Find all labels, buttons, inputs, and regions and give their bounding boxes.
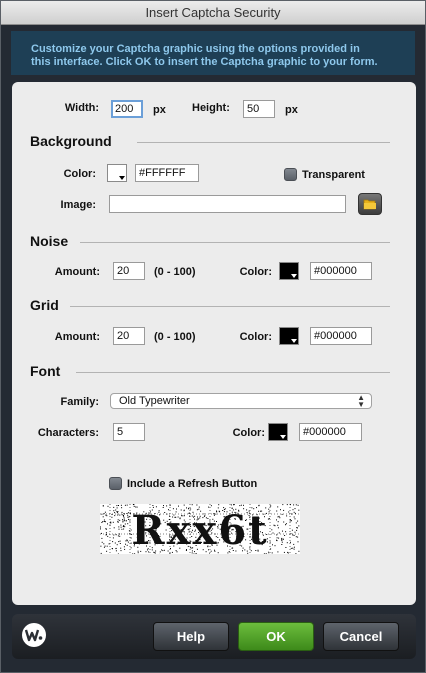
browse-image-button[interactable]	[358, 193, 382, 215]
width-label: Width:	[64, 102, 99, 114]
font-color-input[interactable]: #000000	[299, 423, 362, 441]
select-arrows-icon: ▲ ▼	[357, 393, 365, 409]
bg-color-label: Color:	[63, 168, 96, 180]
intro-line-1: Customize your Captcha graphic using the…	[31, 43, 360, 55]
help-button[interactable]: Help	[153, 622, 229, 651]
folder-icon	[363, 199, 376, 210]
cancel-button[interactable]: Cancel	[323, 622, 399, 651]
noise-amount-label: Amount:	[54, 266, 100, 278]
noise-color-label: Color:	[239, 266, 272, 278]
transparent-label: Transparent	[302, 169, 365, 181]
noise-color-input[interactable]: #000000	[310, 262, 372, 280]
background-heading: Background	[30, 133, 112, 149]
background-divider	[137, 142, 390, 143]
grid-color-input[interactable]: #000000	[310, 327, 372, 345]
font-color-label: Color:	[232, 427, 265, 439]
grid-range-hint: (0 - 100)	[154, 331, 196, 343]
characters-input[interactable]: 5	[113, 423, 145, 441]
height-input[interactable]: 50	[243, 100, 275, 118]
font-family-value: Old Typewriter	[119, 395, 190, 407]
font-family-label: Family:	[60, 396, 99, 408]
transparent-checkbox[interactable]	[284, 168, 297, 181]
grid-amount-label: Amount:	[54, 331, 100, 343]
font-heading: Font	[30, 363, 61, 379]
chevron-down-icon	[119, 176, 125, 180]
grid-color-label: Color:	[239, 331, 272, 343]
bg-color-swatch[interactable]	[107, 164, 127, 182]
window-title: Insert Captcha Security	[1, 1, 425, 25]
height-unit: px	[285, 104, 298, 116]
bg-image-label: Image:	[60, 199, 96, 211]
logo-mark-icon	[25, 629, 43, 642]
refresh-button-checkbox[interactable]	[109, 477, 122, 490]
captcha-text: Rxx6t	[131, 507, 268, 554]
chevron-down-icon	[280, 435, 286, 439]
height-label: Height:	[192, 102, 230, 114]
characters-label: Characters:	[37, 427, 99, 439]
bg-image-input[interactable]	[109, 195, 346, 213]
noise-amount-input[interactable]: 20	[113, 262, 145, 280]
font-divider	[76, 372, 390, 373]
intro-banner: Customize your Captcha graphic using the…	[11, 31, 415, 75]
noise-divider	[80, 242, 390, 243]
bg-color-input[interactable]: #FFFFFF	[135, 164, 199, 182]
ok-button[interactable]: OK	[238, 622, 314, 651]
noise-heading: Noise	[30, 233, 69, 249]
grid-heading: Grid	[30, 297, 59, 313]
intro-line-2: this interface. Click OK to insert the C…	[31, 56, 378, 68]
dialog-window: Insert Captcha Security Customize your C…	[0, 0, 426, 673]
width-input[interactable]: 200	[111, 100, 143, 118]
grid-amount-input[interactable]: 20	[113, 327, 145, 345]
font-family-select[interactable]: Old Typewriter ▲ ▼	[110, 393, 372, 409]
width-unit: px	[153, 104, 166, 116]
app-logo-icon	[22, 623, 46, 647]
grid-divider	[70, 306, 390, 307]
noise-color-swatch[interactable]	[279, 262, 299, 280]
chevron-down-icon	[291, 274, 297, 278]
chevron-down-icon	[291, 339, 297, 343]
options-panel: Width: 200 px Height: 50 px Background C…	[12, 82, 416, 605]
footer-bar: Help OK Cancel	[12, 614, 416, 659]
grid-color-swatch[interactable]	[279, 327, 299, 345]
font-color-swatch[interactable]	[268, 423, 288, 441]
refresh-button-label: Include a Refresh Button	[127, 478, 258, 490]
captcha-preview-image: Rxx6t	[100, 504, 300, 554]
noise-range-hint: (0 - 100)	[154, 266, 196, 278]
